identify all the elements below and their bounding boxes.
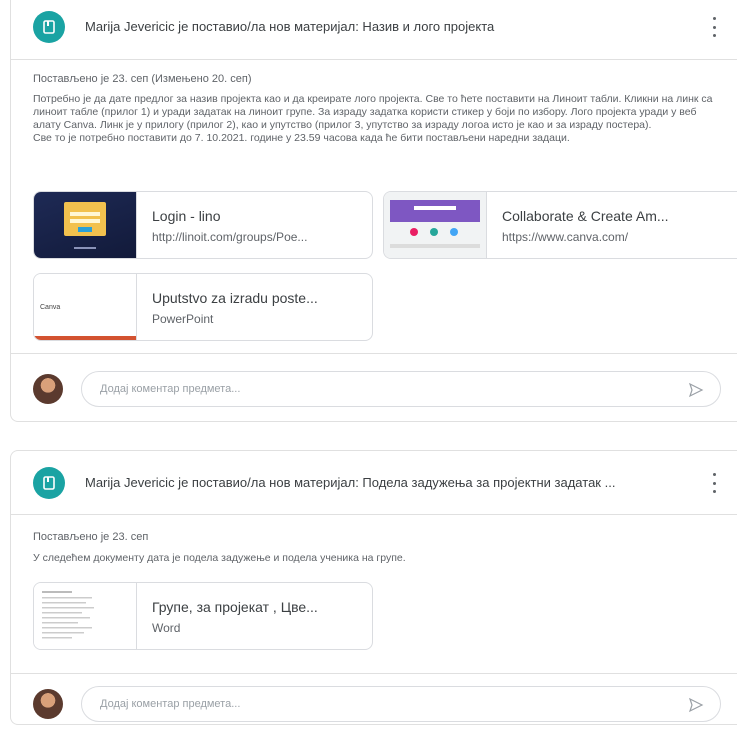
attachment-subtitle: https://www.canva.com/ [502,230,629,244]
more-vert-icon[interactable] [711,473,717,493]
attachment-card[interactable]: Canva Uputstvo za izradu poste... PowerP… [33,273,373,341]
more-vert-icon[interactable] [711,17,717,37]
attachment-thumbnail: Canva [34,274,137,340]
comment-input[interactable]: Додај коментар предмета... [81,371,721,407]
post-body: Потребно је да дате предлог за назив про… [33,93,713,144]
attachment-subtitle: http://linoit.com/groups/Poe... [152,230,308,244]
post-title[interactable]: Marija Jevericic је поставио/ла нов мате… [85,19,494,34]
post-card: Marija Jevericic је поставио/ла нов мате… [10,0,737,422]
posted-date: Постављено је 23. сеп [33,531,149,543]
attachment-card[interactable]: Групе, за пројекат , Цве... Word [33,582,373,650]
comment-input[interactable]: Додај коментар предмета... [81,686,721,722]
comment-placeholder: Додај коментар предмета... [100,383,241,395]
attachment-thumbnail [384,192,487,258]
send-icon[interactable] [688,697,704,713]
thumbnail-label: Canva [40,304,61,311]
attachment-subtitle: PowerPoint [152,312,214,326]
attachment-title: Групе, за пројекат , Цве... [152,599,318,615]
post-title[interactable]: Marija Jevericic је поставио/ла нов мате… [85,475,615,490]
attachment-card[interactable]: Login - lino http://linoit.com/groups/Po… [33,191,373,259]
send-icon[interactable] [688,382,704,398]
post-header[interactable]: Marija Jevericic је поставио/ла нов мате… [11,1,737,60]
attachment-thumbnail [34,192,137,258]
comment-row: Додај коментар предмета... [11,673,737,744]
post-card: Marija Jevericic је поставио/ла нов мате… [10,450,737,725]
post-body: У следећем документу дата је подела заду… [33,552,406,564]
avatar [33,374,63,404]
post-header[interactable]: Marija Jevericic је поставио/ла нов мате… [11,451,737,515]
posted-date: Постављено је 23. сеп (Измењено 20. сеп) [33,73,252,85]
comment-row: Додај коментар предмета... [11,353,737,424]
attachment-title: Collaborate & Create Am... [502,208,669,224]
material-icon [33,467,65,499]
attachment-card[interactable]: Collaborate & Create Am... https://www.c… [383,191,737,259]
attachment-title: Uputstvo za izradu poste... [152,290,318,306]
material-icon [33,11,65,43]
avatar [33,689,63,719]
attachment-title: Login - lino [152,208,221,224]
comment-placeholder: Додај коментар предмета... [100,698,241,710]
attachment-subtitle: Word [152,621,181,635]
attachment-thumbnail [34,583,137,649]
